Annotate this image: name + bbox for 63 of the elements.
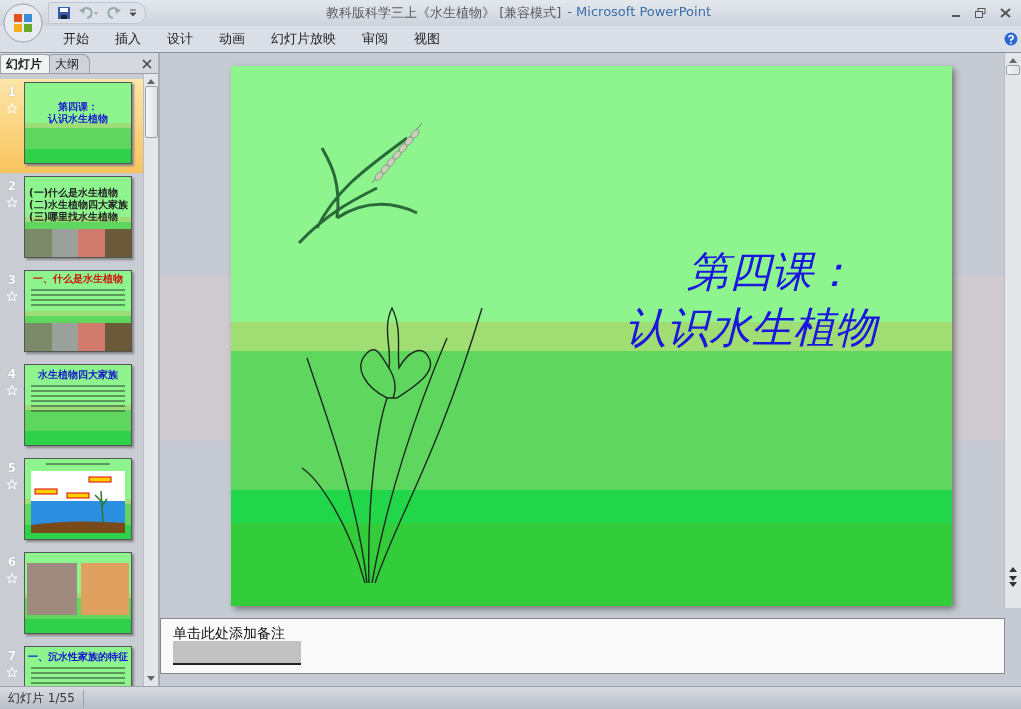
star-icon xyxy=(6,573,18,584)
star-icon xyxy=(6,667,18,678)
thumbnail-title: 一、沉水性家族的特征 xyxy=(28,651,128,663)
notes-pane[interactable]: 单击此处添加备注 xyxy=(160,618,1005,674)
customize-dropdown-icon[interactable] xyxy=(129,9,137,17)
thumbnail-title: 认识水生植物 xyxy=(48,113,108,125)
slide-navigation-icon[interactable] xyxy=(1009,566,1017,588)
document-title: 教科版科学三上《水生植物》 [兼容模式] xyxy=(326,4,562,22)
scrollbar[interactable] xyxy=(143,74,158,686)
slide-thumbnail[interactable]: 一、沉水性家族的特征 xyxy=(24,646,132,686)
thumbnail-title: 第四课： xyxy=(58,101,98,113)
pane-tab[interactable]: 大纲 xyxy=(49,54,90,73)
scroll-down-icon[interactable] xyxy=(147,676,155,682)
restore-icon[interactable] xyxy=(975,8,986,18)
thumbnail-bullet: (二)水生植物四大家族 xyxy=(29,199,129,211)
slide-thumbnail-row[interactable]: 1 第四课： 认识水生植物 xyxy=(0,79,143,173)
photo-placeholder xyxy=(25,229,52,257)
scroll-thumb[interactable] xyxy=(144,86,158,138)
photo-placeholder xyxy=(27,563,77,615)
star-icon xyxy=(6,385,18,396)
thumbnail-bullet: (一)什么是水生植物 xyxy=(29,187,119,199)
scrollbar[interactable] xyxy=(1004,53,1021,608)
star-icon xyxy=(6,291,18,302)
slide-counter: 幻灯片 1/55 xyxy=(0,689,84,707)
slide-number: 1 xyxy=(7,85,17,99)
slide-title: 第四课： xyxy=(687,246,855,298)
scroll-up-icon[interactable] xyxy=(147,78,155,84)
photo-placeholder xyxy=(104,323,131,351)
photo-placeholder xyxy=(78,229,105,257)
thumbnail-title: 水生植物四大家族 xyxy=(38,369,118,381)
app-title: - Microsoft PowerPoint xyxy=(567,4,711,21)
notes-hint: 单击此处添加备注 xyxy=(173,625,286,643)
help-icon[interactable] xyxy=(1004,32,1018,46)
ribbon-tab[interactable]: 开始 xyxy=(50,28,102,50)
close-icon[interactable] xyxy=(1000,8,1011,18)
text-lines-drawing xyxy=(46,463,110,465)
ribbon-tab[interactable]: 设计 xyxy=(154,28,206,50)
photo-placeholder xyxy=(78,323,105,351)
scroll-up-icon[interactable] xyxy=(1009,57,1017,63)
photo-placeholder xyxy=(104,229,131,257)
slide-thumbnail[interactable]: (一)什么是水生植物 (二)水生植物四大家族 (三)哪里找水生植物 xyxy=(24,176,132,258)
slide-thumbnail[interactable]: 一、什么是水生植物 xyxy=(24,270,132,352)
thumbnail-title: 一、什么是水生植物 xyxy=(33,273,123,285)
ribbon-tab[interactable]: 审阅 xyxy=(349,28,401,50)
slide-thumbnail[interactable] xyxy=(24,552,132,634)
thumbnail-bullet: (三)哪里找水生植物 xyxy=(29,211,119,223)
scroll-thumb[interactable] xyxy=(1006,65,1020,75)
slide-thumbnail[interactable]: 水生植物四大家族 xyxy=(24,364,132,446)
ribbon-tab[interactable]: 插入 xyxy=(102,28,154,50)
photo-placeholder xyxy=(51,229,78,257)
star-icon xyxy=(6,197,18,208)
close-icon xyxy=(142,58,152,69)
ribbon-tab[interactable]: 视图 xyxy=(401,28,453,50)
photo-placeholder xyxy=(81,563,129,615)
star-icon xyxy=(6,479,18,490)
photo-placeholder xyxy=(51,323,78,351)
photo-placeholder xyxy=(25,323,52,351)
ribbon-tab[interactable]: 动画 xyxy=(206,28,258,50)
ribbon-tab[interactable]: 幻灯片放映 xyxy=(258,28,349,50)
slide-thumbnail[interactable] xyxy=(24,458,132,540)
slide-thumbnail[interactable]: 第四课： 认识水生植物 xyxy=(24,82,132,164)
save-icon[interactable] xyxy=(57,6,71,20)
star-icon xyxy=(6,103,18,114)
